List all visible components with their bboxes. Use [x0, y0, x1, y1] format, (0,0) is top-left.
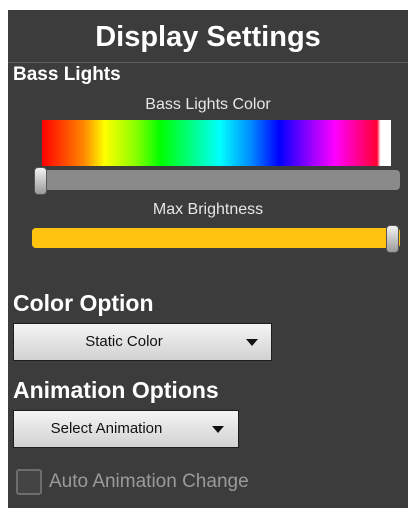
color-spectrum: [42, 120, 391, 166]
max-brightness-slider-track[interactable]: [32, 228, 400, 248]
dropdown-arrow-icon: [212, 426, 224, 433]
bass-lights-color-slider-thumb[interactable]: [34, 167, 47, 195]
color-option-dropdown[interactable]: Static Color: [13, 323, 272, 361]
auto-animation-checkbox[interactable]: [16, 469, 42, 495]
display-settings-panel: Display Settings Bass Lights Bass Lights…: [8, 10, 408, 508]
bass-lights-color-label: Bass Lights Color: [145, 96, 271, 113]
auto-animation-label: Auto Animation Change: [49, 471, 249, 492]
max-brightness-fill: [32, 228, 400, 248]
animation-selected: Select Animation: [50, 420, 163, 437]
title-divider: [8, 62, 408, 63]
bass-lights-label: Bass Lights: [13, 64, 121, 85]
animation-options-label: Animation Options: [13, 377, 219, 403]
dropdown-arrow-icon: [246, 339, 258, 346]
color-option-selected: Static Color: [85, 333, 163, 350]
bass-lights-color-slider-track[interactable]: [36, 170, 400, 190]
animation-dropdown[interactable]: Select Animation: [13, 410, 239, 448]
max-brightness-label: Max Brightness: [152, 201, 264, 218]
page-title: Display Settings: [95, 21, 321, 53]
max-brightness-slider-thumb[interactable]: [386, 225, 399, 253]
color-option-label: Color Option: [13, 290, 154, 316]
